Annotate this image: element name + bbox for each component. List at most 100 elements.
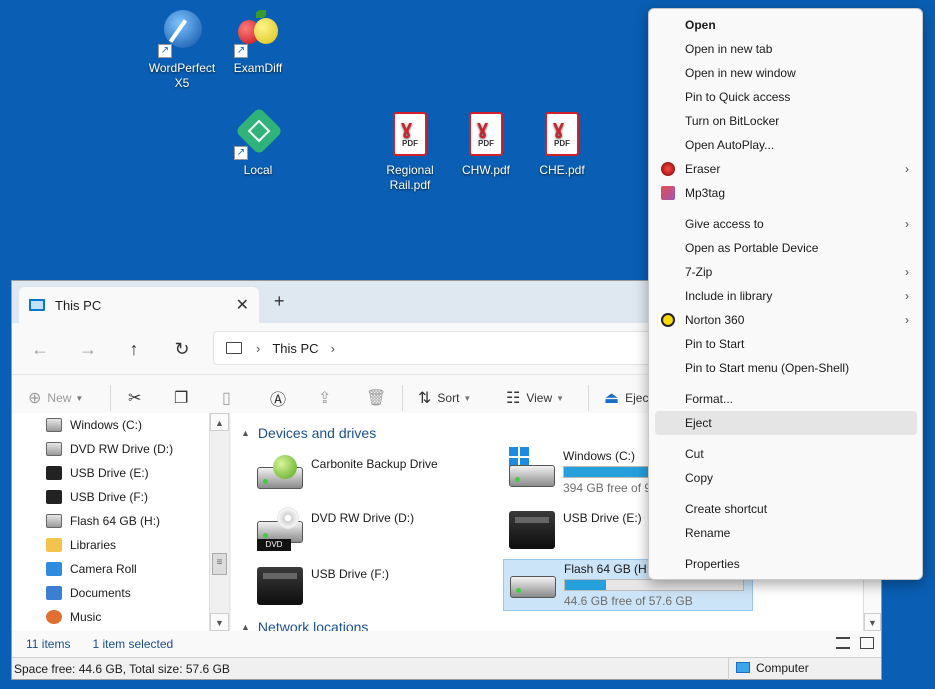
drive-tile-dvd-d[interactable]: DVD DVD RW Drive (D:) <box>251 505 501 557</box>
drive-name: USB Drive (F:) <box>311 567 389 581</box>
nav-item-documents[interactable]: Documents <box>46 581 131 605</box>
tab-title: This PC <box>55 297 102 313</box>
menu-item-7zip[interactable]: 7-Zip › <box>655 260 917 284</box>
menu-item-include-library[interactable]: Include in library › <box>655 284 917 308</box>
flash-drive-icon <box>508 562 558 606</box>
carbonite-drive-icon <box>255 453 305 497</box>
menu-item-cut[interactable]: Cut <box>655 442 917 466</box>
eraser-icon <box>661 162 675 176</box>
menu-item-pin-start-open-shell[interactable]: Pin to Start menu (Open-Shell) <box>655 356 917 380</box>
submenu-arrow-icon: › <box>905 162 909 176</box>
menu-item-open-new-window[interactable]: Open in new window <box>655 61 917 85</box>
menu-item-create-shortcut[interactable]: Create shortcut <box>655 497 917 521</box>
nav-item-label: Documents <box>70 586 131 600</box>
collapse-caret-icon: ▲ <box>241 428 250 438</box>
menu-item-open-portable-device[interactable]: Open as Portable Device <box>655 236 917 260</box>
nav-item-usb-f[interactable]: USB Drive (F:) <box>46 485 148 509</box>
details-status-bar: Space free: 44.6 GB, Total size: 57.6 GB… <box>12 657 881 680</box>
nav-item-label: Windows (C:) <box>70 418 143 432</box>
nav-item-label: DVD RW Drive (D:) <box>70 442 174 456</box>
desktop-icon-chw-pdf[interactable]: ɣ PDF CHW.pdf <box>448 112 524 178</box>
menu-item-rename[interactable]: Rename <box>655 521 917 545</box>
scroll-down-icon[interactable]: ▼ <box>210 613 229 631</box>
camera-roll-icon <box>46 562 62 576</box>
nav-item-usb-e[interactable]: USB Drive (E:) <box>46 461 149 485</box>
scroll-thumb[interactable]: ≡ <box>212 553 227 575</box>
space-info: Space free: 44.6 GB, Total size: 57.6 GB <box>14 661 230 676</box>
drive-icon <box>46 418 62 432</box>
item-count: 11 items <box>26 637 71 651</box>
examdiff-icon: ↗ <box>234 10 282 58</box>
menu-item-eraser[interactable]: Eraser › <box>655 157 917 181</box>
view-icon: ☷ <box>506 390 521 407</box>
nav-item-dvd-rw-d[interactable]: DVD RW Drive (D:) <box>46 437 173 461</box>
nav-item-windows-c[interactable]: Windows (C:) <box>46 413 142 437</box>
shortcut-arrow-icon: ↗ <box>234 146 248 160</box>
refresh-icon[interactable]: ↻ <box>168 335 196 363</box>
submenu-arrow-icon: › <box>905 289 909 303</box>
breadcrumb-this-pc[interactable]: This PC <box>272 341 318 356</box>
chevron-down-icon: ▼ <box>75 393 84 403</box>
menu-item-give-access[interactable]: Give access to › <box>655 212 917 236</box>
forward-arrow-icon[interactable]: → <box>74 335 102 363</box>
desktop-icon-label: Regional Rail.pdf <box>386 163 434 192</box>
desktop-icon-wordperfect[interactable]: ↗ WordPerfect X5 <box>144 10 220 91</box>
drive-name: DVD RW Drive (D:) <box>311 511 415 525</box>
nav-item-music[interactable]: Music <box>46 605 101 629</box>
folder-icon <box>46 538 62 552</box>
desktop-icon-regional-rail-pdf[interactable]: ɣ PDF Regional Rail.pdf <box>372 112 448 193</box>
chevron-right-icon[interactable]: › <box>331 341 335 356</box>
group-header-label: Network locations <box>257 619 369 631</box>
menu-item-pin-start[interactable]: Pin to Start <box>655 332 917 356</box>
new-label: New <box>47 391 72 405</box>
menu-item-copy[interactable]: Copy <box>655 466 917 490</box>
tab-this-pc[interactable]: This PC ✕ <box>19 287 259 323</box>
chevron-right-icon[interactable]: › <box>256 341 260 356</box>
menu-item-open-autoplay[interactable]: Open AutoPlay... <box>655 133 917 157</box>
eject-label: Ejec <box>625 391 649 405</box>
details-view-icon[interactable] <box>836 637 850 649</box>
nav-item-flash-h[interactable]: Flash 64 GB (H:) <box>46 509 160 533</box>
new-tab-button[interactable]: + <box>274 291 285 312</box>
menu-item-pin-quick-access[interactable]: Pin to Quick access <box>655 85 917 109</box>
shortcut-arrow-icon: ↗ <box>234 44 248 58</box>
desktop-icon-label: CHW.pdf <box>461 163 510 177</box>
submenu-arrow-icon: › <box>905 313 909 327</box>
menu-item-norton-360[interactable]: Norton 360 › <box>655 308 917 332</box>
menu-item-eject[interactable]: Eject <box>655 411 917 435</box>
group-header-devices[interactable]: ▲ Devices and drives <box>241 425 376 441</box>
drive-tile-usb-f[interactable]: USB Drive (F:) <box>251 561 501 613</box>
back-arrow-icon[interactable]: ← <box>26 335 54 363</box>
sort-icon: ⇅ <box>418 390 432 407</box>
chevron-down-icon: ▼ <box>463 393 472 403</box>
desktop-icon-che-pdf[interactable]: ɣ PDF CHE.pdf <box>524 112 600 178</box>
close-tab-icon[interactable]: ✕ <box>236 295 249 315</box>
group-header-network[interactable]: ▲ Network locations <box>241 619 368 631</box>
local-icon: ↗ <box>234 106 284 160</box>
menu-item-format[interactable]: Format... <box>655 387 917 411</box>
flash-drive-icon <box>46 514 62 528</box>
wordperfect-icon: ↗ <box>158 10 206 58</box>
nav-item-libraries[interactable]: Libraries <box>46 533 116 557</box>
pdf-icon: ɣ PDF <box>386 112 434 160</box>
scroll-up-icon[interactable]: ▲ <box>210 413 229 431</box>
scroll-down-icon[interactable]: ▼ <box>864 613 881 631</box>
up-arrow-icon[interactable]: ↑ <box>120 335 148 363</box>
address-bar[interactable]: › This PC › <box>213 331 673 365</box>
menu-item-open-new-tab[interactable]: Open in new tab <box>655 37 917 61</box>
menu-item-open[interactable]: Open <box>655 13 917 37</box>
drive-tile-carbonite[interactable]: Carbonite Backup Drive <box>251 451 501 503</box>
desktop-icon-examdiff[interactable]: ↗ ExamDiff <box>220 10 296 76</box>
menu-item-mp3tag[interactable]: Mp3tag <box>655 181 917 205</box>
nav-item-camera-roll[interactable]: Camera Roll <box>46 557 137 581</box>
desktop-icon-local[interactable]: ↗ Local <box>220 106 296 178</box>
navigation-scrollbar[interactable]: ▲ ≡ ▼ <box>209 413 229 631</box>
menu-item-turn-on-bitlocker[interactable]: Turn on BitLocker <box>655 109 917 133</box>
nav-item-label: Libraries <box>70 538 117 552</box>
nav-item-label: Camera Roll <box>70 562 137 576</box>
menu-item-properties[interactable]: Properties <box>655 552 917 576</box>
windows-drive-icon <box>507 447 557 491</box>
view-label: View <box>526 391 553 405</box>
tiles-view-icon[interactable] <box>860 637 874 649</box>
rename-icon: Ⓐ <box>270 392 287 409</box>
